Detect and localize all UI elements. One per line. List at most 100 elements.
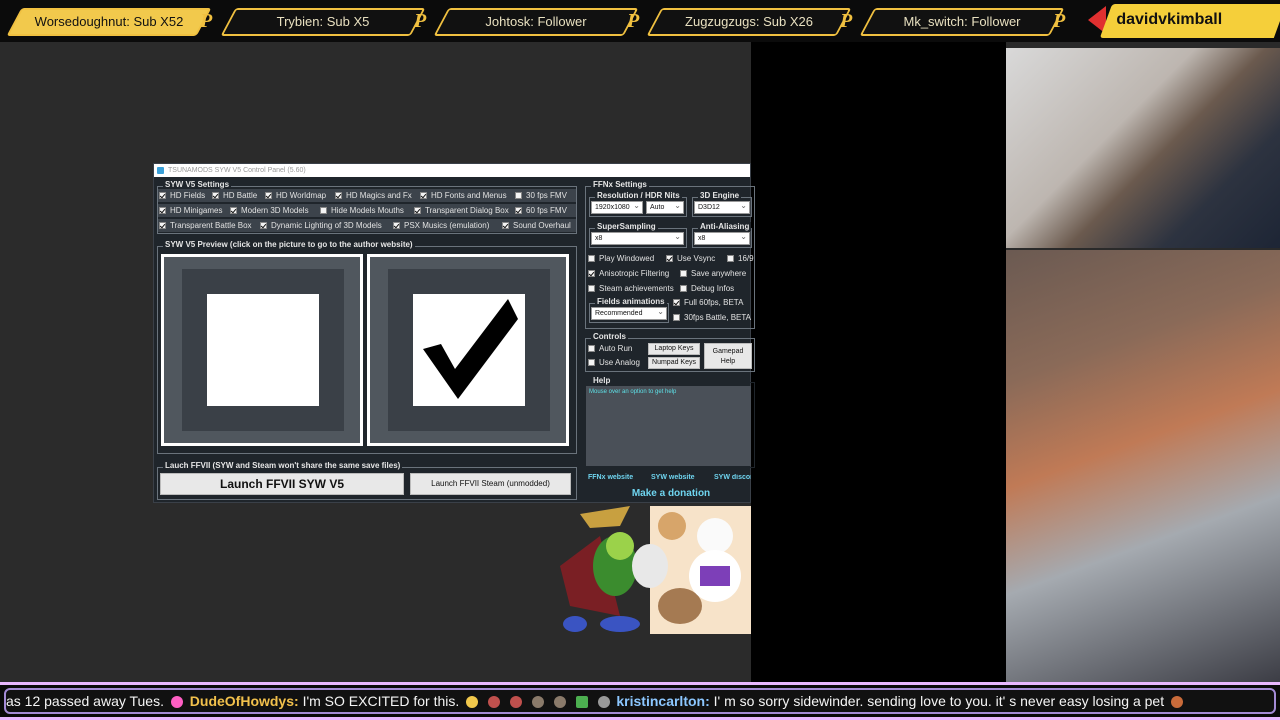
- emote-icon: [553, 696, 566, 709]
- checkbox-hd-magics[interactable]: HD Magics and Fx: [335, 191, 412, 200]
- donate-link[interactable]: Make a donation: [585, 488, 757, 499]
- group-label: SuperSampling: [595, 222, 658, 231]
- checkbox-dynamic-lighting[interactable]: Dynamic Lighting of 3D Models: [260, 221, 382, 230]
- chat-ticker-inner: as 12 passed away Tues. DudeOfHowdys: I'…: [4, 688, 1276, 714]
- ffnx-website-link[interactable]: FFNx website: [588, 474, 633, 481]
- hdr-select[interactable]: Auto: [646, 200, 684, 214]
- edit-badge-icon: [575, 696, 588, 709]
- group-label: SYW V5 Settings: [163, 180, 232, 189]
- checkbox-label: Auto Run: [599, 344, 633, 353]
- group-label: Resolution / HDR Nits: [595, 191, 682, 200]
- group-label: SYW V5 Preview (click on the picture to …: [163, 240, 415, 249]
- checkbox-label: Full 60fps, BETA: [684, 298, 744, 307]
- p-logo-icon: P: [200, 10, 213, 32]
- preview-image-on[interactable]: [367, 254, 569, 446]
- checkbox-transparent-dialog[interactable]: Transparent Dialog Box: [414, 206, 509, 215]
- checkbox-hide-mouths[interactable]: Hide Models Mouths: [320, 206, 404, 215]
- launch-syw-button[interactable]: Launch FFVII SYW V5: [160, 473, 404, 495]
- checkbox-anisotropic[interactable]: Anisotropic Filtering: [588, 269, 669, 278]
- checkbox-debug-infos[interactable]: Debug Infos: [680, 284, 734, 293]
- p-logo-icon: P: [627, 10, 640, 32]
- preview-image-off[interactable]: [161, 254, 363, 446]
- checkbox-save-anywhere[interactable]: Save anywhere: [680, 269, 746, 278]
- streamer-name: davidvkimball: [1116, 11, 1223, 28]
- emote-icon: [466, 696, 479, 709]
- checkbox-hd-fonts[interactable]: HD Fonts and Menus: [420, 191, 507, 200]
- numpad-keys-button[interactable]: Numpad Keys: [648, 357, 700, 369]
- launch-steam-button[interactable]: Launch FFVII Steam (unmodded): [410, 473, 571, 495]
- gamepad-help-button[interactable]: Gamepad Help: [704, 343, 752, 369]
- help-textbox: Mouse over an option to get help: [586, 386, 751, 466]
- fields-animations-select[interactable]: Recommended: [591, 306, 667, 320]
- antialiasing-select[interactable]: x8: [694, 231, 750, 245]
- chat-username: DudeOfHowdys:: [189, 693, 299, 709]
- checkbox-transparent-battle[interactable]: Transparent Battle Box: [159, 221, 252, 230]
- group-label: Lauch FFVII (SYW and Steam won't share t…: [163, 461, 403, 470]
- checkbox-label: Debug Infos: [691, 284, 735, 293]
- laptop-keys-button[interactable]: Laptop Keys: [648, 343, 700, 355]
- checkbox-label: Hide Models Mouths: [331, 206, 404, 215]
- black-panel: [751, 42, 1006, 682]
- checkbox-hd-worldmap[interactable]: HD Worldmap: [265, 191, 326, 200]
- emote-icon: [1171, 696, 1183, 709]
- emote-icon: [509, 696, 522, 709]
- help-text: Mouse over an option to get help: [589, 389, 677, 395]
- checkbox-label: Anisotropic Filtering: [599, 269, 670, 278]
- checkbox-sound-overhaul[interactable]: Sound Overhaul: [502, 221, 571, 230]
- checkbox-full-60fps[interactable]: Full 60fps, BETA: [673, 298, 743, 307]
- heart-badge-icon: [170, 696, 183, 709]
- checkbox-label: HD Magics and Fx: [346, 191, 412, 200]
- checkbox-auto-run[interactable]: Auto Run: [588, 344, 632, 353]
- group-label: 3D Engine: [698, 191, 742, 200]
- supersampling-select[interactable]: x8: [591, 231, 684, 245]
- checkbox-30fps-fmv[interactable]: 30 fps FMV: [515, 191, 567, 200]
- checkbox-30fps-battle[interactable]: 30fps Battle, BETA: [673, 313, 751, 322]
- unchecked-box-icon: [207, 294, 319, 406]
- checkbox-label: Play Windowed: [599, 254, 655, 263]
- syw-website-link[interactable]: SYW website: [651, 474, 695, 481]
- group-label: Help: [591, 376, 613, 385]
- syw-discord-link[interactable]: SYW discor: [714, 474, 751, 481]
- stream-overlay: Worsedoughnut: Sub X52 P Trybien: Sub X5…: [0, 0, 1280, 720]
- checkbox-label: HD Minigames: [170, 206, 223, 215]
- group-label: Anti-Aliasing: [698, 222, 752, 231]
- p-logo-icon: P: [840, 10, 853, 32]
- checkmark-icon: [413, 294, 525, 406]
- checkbox-steam-achievements[interactable]: Steam achievements: [588, 284, 674, 293]
- checkbox-vsync[interactable]: Use Vsync: [666, 254, 715, 263]
- checkbox-label: Modern 3D Models: [241, 206, 309, 215]
- window-title: TSUNAMODS SYW V5 Control Panel (5.60): [154, 164, 750, 177]
- checkbox-use-analog[interactable]: Use Analog: [588, 358, 640, 367]
- event-item: Worsedoughnut: Sub X52: [6, 8, 212, 36]
- checkbox-label: Transparent Dialog Box: [425, 206, 509, 215]
- checkbox-hd-battle[interactable]: HD Battle: [212, 191, 257, 200]
- checkbox-60fps-fmv[interactable]: 60 fps FMV: [515, 206, 567, 215]
- couple-photo: [1006, 250, 1280, 682]
- checkbox-label: Steam achievements: [599, 284, 674, 293]
- event-item: Johtosk: Follower: [433, 8, 639, 36]
- checkbox-psx-musics[interactable]: PSX Musics (emulation): [393, 221, 489, 230]
- group-label: Fields animations: [595, 297, 667, 306]
- checkbox-label: 30fps Battle, BETA: [684, 313, 751, 322]
- resolution-select[interactable]: 1920x1080: [591, 200, 643, 214]
- badge-icon: [597, 696, 610, 709]
- engine-select[interactable]: D3D12: [694, 200, 750, 214]
- emote-icon: [488, 696, 501, 709]
- checkbox-label: 60 fps FMV: [526, 206, 567, 215]
- chat-username: kristincarlton:: [616, 693, 710, 709]
- event-text: Worsedoughnut: Sub X52: [34, 14, 184, 29]
- checkbox-label: HD Battle: [223, 191, 258, 200]
- checkbox-label: Transparent Battle Box: [170, 221, 252, 230]
- checkbox-hd-minigames[interactable]: HD Minigames: [159, 206, 222, 215]
- checkbox-play-windowed[interactable]: Play Windowed: [588, 254, 654, 263]
- checkbox-hd-fields[interactable]: HD Fields: [159, 191, 205, 200]
- event-item: Trybien: Sub X5: [220, 8, 426, 36]
- checkbox-modern-3d[interactable]: Modern 3D Models: [230, 206, 309, 215]
- checkbox-16-9[interactable]: 16/9: [727, 254, 754, 263]
- event-text: Zugzugzugs: Sub X26: [685, 14, 813, 29]
- event-item: Zugzugzugs: Sub X26: [646, 8, 852, 36]
- checkbox-label: Use Analog: [599, 358, 640, 367]
- event-item: Mk_switch: Follower: [859, 8, 1065, 36]
- checkbox-label: PSX Musics (emulation): [404, 221, 490, 230]
- event-text: Johtosk: Follower: [485, 14, 587, 29]
